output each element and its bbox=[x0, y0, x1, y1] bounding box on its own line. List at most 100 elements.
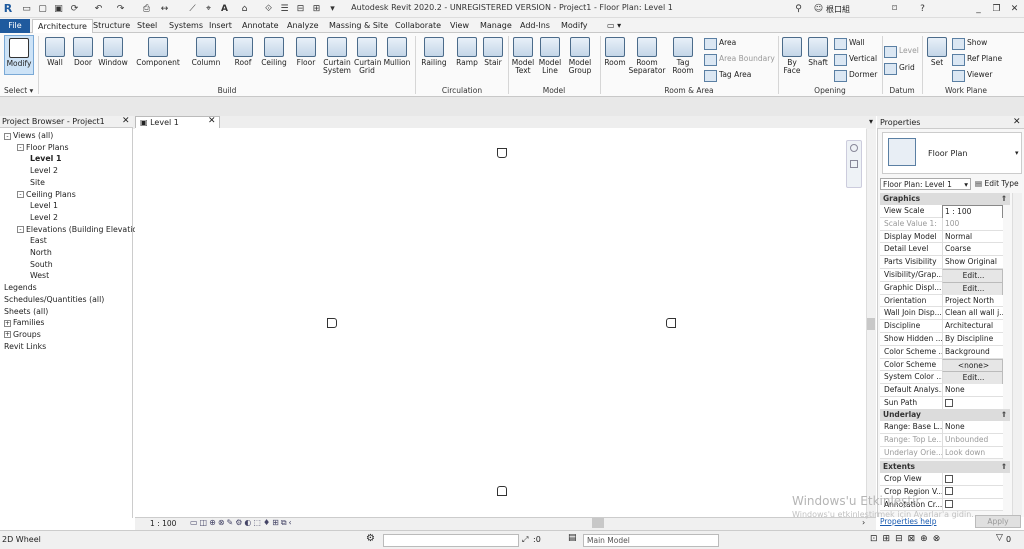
collapse-toggle-icon[interactable]: - bbox=[4, 132, 11, 140]
property-row[interactable]: Range: Top Le... Unbounded bbox=[880, 433, 1003, 447]
tab-manage[interactable]: Manage bbox=[475, 19, 517, 33]
horizontal-scroll-thumb[interactable] bbox=[592, 518, 604, 528]
elevation-marker-south[interactable] bbox=[497, 486, 507, 496]
filter-icon[interactable]: ▽ bbox=[996, 533, 1003, 543]
tab-collaborate[interactable]: Collaborate bbox=[390, 19, 446, 33]
vertical-scroll-thumb[interactable] bbox=[867, 318, 875, 330]
tab-annotate[interactable]: Annotate bbox=[237, 19, 284, 33]
view-menu-icon[interactable]: ▾ bbox=[866, 117, 876, 128]
type-dropdown-icon[interactable]: ▾ bbox=[1015, 149, 1019, 157]
property-checkbox[interactable] bbox=[942, 397, 1003, 410]
property-row[interactable]: Display Model Normal bbox=[880, 230, 1003, 244]
cart-icon[interactable]: ⌑ bbox=[888, 2, 901, 15]
tree-item[interactable]: - Ceiling Plans bbox=[17, 189, 76, 201]
edit-type-button[interactable]: ▤ Edit Type bbox=[975, 178, 1019, 189]
floor-button[interactable]: Floor bbox=[292, 35, 320, 67]
tab-view[interactable]: View bbox=[445, 19, 474, 33]
property-row[interactable]: Parts Visibility Show Original bbox=[880, 256, 1003, 269]
property-row[interactable]: Range: Base L... None bbox=[880, 421, 1003, 434]
close-project-browser-icon[interactable]: ✕ bbox=[122, 116, 130, 126]
tree-item[interactable]: Legends bbox=[4, 282, 37, 294]
elevation-marker-north[interactable] bbox=[497, 148, 507, 158]
shaft-button[interactable]: Shaft bbox=[806, 35, 830, 67]
instance-selector[interactable]: Floor Plan: Level 1 ▾ bbox=[880, 178, 971, 190]
tab-file[interactable]: File bbox=[0, 19, 30, 33]
tree-item[interactable]: Level 1 bbox=[30, 200, 58, 212]
tree-item[interactable]: West bbox=[30, 270, 49, 282]
close-view-tab-icon[interactable]: ✕ bbox=[208, 116, 216, 126]
property-checkbox[interactable] bbox=[942, 473, 1003, 486]
door-button[interactable]: Door bbox=[70, 35, 96, 67]
viewer-button[interactable]: Viewer bbox=[952, 68, 993, 82]
tree-item[interactable]: Level 2 bbox=[30, 212, 58, 224]
view-control-icons[interactable]: ▭◫⊕⊗✎⚙◐⬚♦⊞⧉‹ bbox=[190, 518, 294, 528]
checkbox-icon[interactable] bbox=[945, 487, 953, 496]
property-row[interactable]: Crop View bbox=[880, 473, 1003, 486]
tree-item[interactable]: - Views (all) bbox=[4, 130, 53, 142]
tree-item[interactable]: South bbox=[30, 259, 53, 271]
property-row[interactable]: View Scale 1 : 100 bbox=[880, 205, 1003, 220]
property-row[interactable]: Show Hidden ... By Discipline bbox=[880, 333, 1003, 346]
close-window-icon[interactable]: ✕ bbox=[1008, 2, 1021, 15]
tag-room-button[interactable]: Tag Room bbox=[668, 35, 698, 75]
roof-button[interactable]: Roof bbox=[230, 35, 256, 67]
curtain-grid-button[interactable]: Curtain Grid bbox=[354, 35, 381, 75]
property-row[interactable]: Scale Value 1: 100 bbox=[880, 217, 1003, 231]
panel-toggle-icon[interactable]: ▭ ▾ bbox=[602, 19, 626, 33]
selection-filter-icons[interactable]: ⊡⊞⊟⊠⊕⊗ bbox=[870, 534, 945, 544]
property-row[interactable]: Sun Path bbox=[880, 397, 1003, 410]
select-dropdown[interactable]: Select ▾ bbox=[2, 86, 36, 96]
checkbox-icon[interactable] bbox=[945, 398, 953, 407]
expand-toggle-icon[interactable]: + bbox=[4, 319, 11, 327]
collapse-toggle-icon[interactable]: - bbox=[17, 191, 24, 198]
extents-section-header[interactable]: Extents ⇑ bbox=[880, 461, 1010, 473]
property-row[interactable]: Visibility/Grap... Edit... bbox=[880, 269, 1003, 284]
stair-button[interactable]: Stair bbox=[481, 35, 505, 67]
property-row[interactable]: Discipline Architectural bbox=[880, 320, 1003, 333]
ceiling-button[interactable]: Ceiling bbox=[258, 35, 290, 67]
property-checkbox[interactable] bbox=[942, 485, 1003, 499]
railing-button[interactable]: Railing bbox=[418, 35, 450, 67]
tree-item[interactable]: + Families bbox=[4, 317, 45, 329]
tag-area-button[interactable]: Tag Area bbox=[704, 68, 751, 82]
apply-button[interactable]: Apply bbox=[975, 515, 1021, 528]
curtain-system-button[interactable]: Curtain System bbox=[322, 35, 352, 75]
column-button[interactable]: Column bbox=[190, 35, 222, 67]
tab-steel[interactable]: Steel bbox=[132, 19, 162, 33]
property-row[interactable]: Color Scheme <none> bbox=[880, 358, 1003, 374]
component-button[interactable]: Component bbox=[135, 35, 181, 67]
property-row[interactable]: Wall Join Disp... Clean all wall j... bbox=[880, 307, 1003, 321]
tab-add-ins[interactable]: Add-Ins bbox=[515, 19, 555, 33]
tab-structure[interactable]: Structure bbox=[88, 19, 135, 33]
user-name[interactable]: 根口組 bbox=[826, 4, 850, 15]
underlay-section-header[interactable]: Underlay ⇑ bbox=[880, 409, 1010, 421]
checkbox-icon[interactable] bbox=[945, 500, 953, 509]
property-row[interactable]: Orientation Project North bbox=[880, 294, 1003, 308]
model-text-button[interactable]: Model Text bbox=[510, 35, 536, 75]
tree-item[interactable]: + Groups bbox=[4, 329, 41, 341]
tree-item[interactable]: Level 1 bbox=[30, 153, 61, 165]
tab-insert[interactable]: Insert bbox=[204, 19, 237, 33]
property-row[interactable]: System Color ... Edit... bbox=[880, 371, 1003, 387]
tree-item[interactable]: Level 2 bbox=[30, 165, 58, 177]
tab-massing-site[interactable]: Massing & Site bbox=[324, 19, 393, 33]
room-separator-button[interactable]: Room Separator bbox=[628, 35, 666, 75]
modify-button[interactable]: Modify bbox=[4, 35, 34, 75]
tree-item[interactable]: Schedules/Quantities (all) bbox=[4, 294, 104, 306]
vertical-opening-button[interactable]: Vertical bbox=[834, 52, 877, 66]
set-button[interactable]: Set bbox=[926, 35, 948, 67]
property-row[interactable]: Detail Level Coarse bbox=[880, 243, 1003, 257]
zoom-icon[interactable] bbox=[850, 160, 858, 168]
ref-plane-button[interactable]: Ref Plane bbox=[952, 52, 1002, 66]
tab-architecture[interactable]: Architecture bbox=[32, 19, 93, 33]
restore-icon[interactable]: ❐ bbox=[990, 2, 1003, 15]
user-icon[interactable]: ☺ bbox=[812, 2, 825, 15]
area-boundary-button[interactable]: Area Boundary bbox=[704, 52, 775, 66]
property-row[interactable]: Underlay Orie... Look down bbox=[880, 446, 1003, 460]
tree-item[interactable]: East bbox=[30, 235, 47, 247]
workset-icon[interactable]: ⚙ bbox=[366, 533, 375, 544]
tab-systems[interactable]: Systems bbox=[164, 19, 208, 33]
elevation-marker-east[interactable] bbox=[666, 318, 676, 328]
steering-wheel-icon[interactable] bbox=[850, 144, 858, 152]
dormer-button[interactable]: Dormer bbox=[834, 68, 877, 82]
